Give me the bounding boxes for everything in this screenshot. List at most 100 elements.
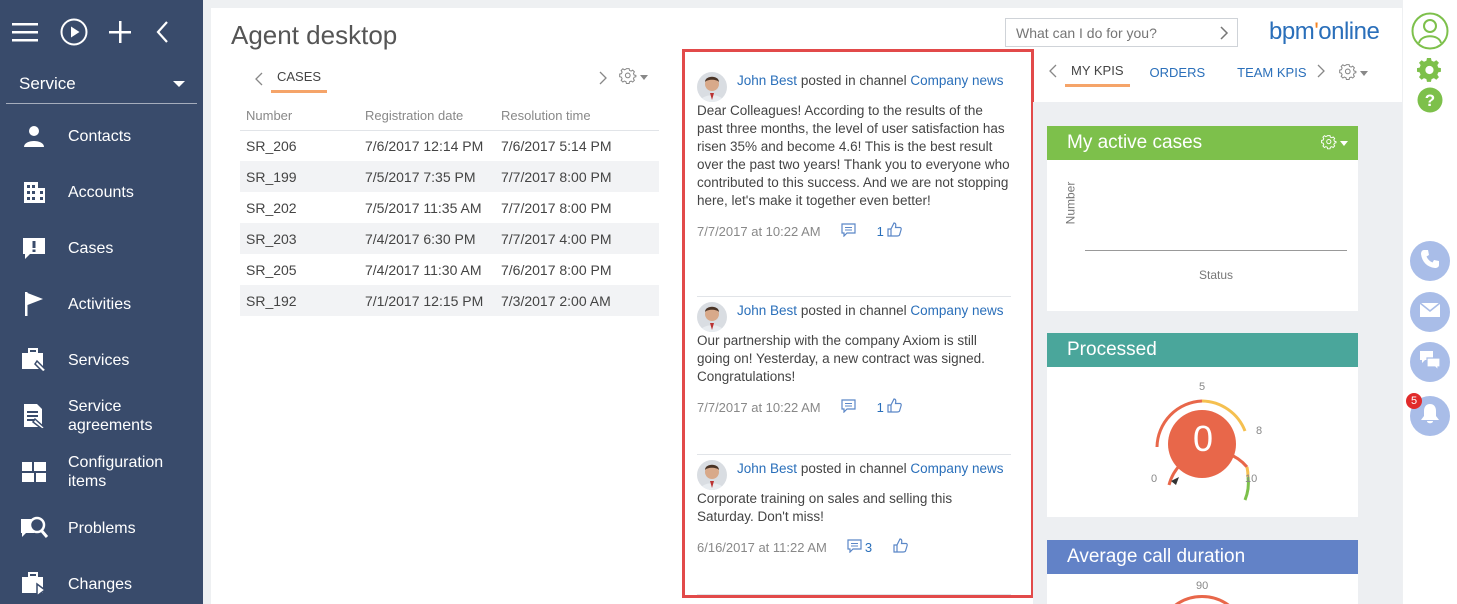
comment-icon[interactable]	[847, 538, 862, 558]
chevron-down-icon	[173, 80, 185, 87]
chevron-right-icon[interactable]	[1219, 25, 1229, 44]
email-button[interactable]	[1410, 292, 1450, 332]
table-row[interactable]: SR_205 7/4/2017 11:30 AM 7/6/2017 8:00 PM	[240, 254, 659, 285]
like-icon[interactable]	[887, 398, 902, 418]
settings-gear-icon[interactable]	[1417, 57, 1443, 88]
briefcase-change-icon	[20, 570, 48, 598]
table-row[interactable]: SR_206 7/6/2017 12:14 PM 7/6/2017 5:14 PM	[240, 130, 659, 161]
avatar[interactable]	[697, 72, 727, 102]
flag-icon	[20, 290, 48, 318]
sidebar-item-changes[interactable]: Changes	[0, 556, 203, 604]
like-icon[interactable]	[887, 222, 902, 242]
widget-header: Average call duration	[1047, 540, 1358, 574]
sidebar-item-contacts[interactable]: Contacts	[0, 108, 203, 164]
collapse-icon[interactable]	[155, 12, 203, 52]
comment-icon[interactable]	[841, 398, 856, 418]
section-select-label: Service	[19, 73, 76, 93]
sidebar-item-label: Services	[68, 351, 130, 369]
registration-date: 7/5/2017 7:35 PM	[359, 161, 495, 192]
sidebar-item-accounts[interactable]: Accounts	[0, 164, 203, 220]
gauge-value: 0	[1192, 418, 1214, 459]
post-author-link[interactable]: John Best	[737, 303, 797, 318]
chevron-left-icon[interactable]	[255, 72, 263, 91]
menu-icon[interactable]	[12, 12, 60, 52]
post-channel-link[interactable]: Company news	[910, 461, 1003, 476]
add-icon[interactable]	[108, 12, 156, 52]
comment-count: 3	[864, 540, 873, 555]
play-icon[interactable]	[60, 12, 108, 52]
avatar[interactable]	[697, 460, 727, 490]
help-icon[interactable]: ?	[1417, 87, 1443, 118]
phone-button[interactable]	[1410, 241, 1450, 281]
command-line[interactable]	[1005, 18, 1238, 47]
profile-icon[interactable]	[1411, 12, 1449, 55]
like-icon[interactable]	[893, 538, 908, 558]
post-action-text: posted in channel	[800, 303, 907, 318]
section-select[interactable]: Service	[6, 64, 197, 104]
chevron-down-icon	[640, 74, 648, 80]
post-body: Our partnership with the company Axiom i…	[697, 333, 985, 384]
widget-title: My active cases	[1067, 132, 1203, 153]
gear-icon[interactable]	[1338, 64, 1368, 82]
search-input[interactable]	[1016, 24, 1206, 41]
column-header[interactable]: Registration date	[359, 102, 495, 131]
divider	[697, 594, 1011, 595]
resolution-time: 7/6/2017 5:14 PM	[501, 137, 612, 154]
divider	[697, 296, 1011, 297]
sidebar-item-service-agreements[interactable]: Service agreements	[0, 388, 203, 444]
tab-team-kpis[interactable]: TEAM KPIS	[1231, 65, 1312, 86]
sidebar-item-problems[interactable]: Problems	[0, 500, 203, 556]
axis-label-y: Number	[1063, 181, 1078, 225]
chevron-down-icon	[1359, 70, 1368, 76]
resolution-time: 7/6/2017 8:00 PM	[501, 261, 612, 278]
table-row[interactable]: SR_199 7/5/2017 7:35 PM 7/7/2017 8:00 PM	[240, 161, 659, 192]
sidebar-item-services[interactable]: Services	[0, 332, 203, 388]
post-author-link[interactable]: John Best	[737, 461, 797, 476]
sidebar-item-cases[interactable]: Cases	[0, 220, 203, 276]
sidebar-item-activities[interactable]: Activities	[0, 276, 203, 332]
table-row[interactable]: SR_192 7/1/2017 12:15 PM 7/3/2017 2:00 AM	[240, 285, 659, 316]
case-number: SR_199	[240, 161, 359, 192]
tab-orders[interactable]: ORDERS	[1144, 65, 1212, 86]
axis-line-x	[1085, 250, 1347, 251]
widget-header: My active cases	[1047, 126, 1358, 160]
sidebar-toolbar	[0, 0, 203, 64]
chevron-right-icon[interactable]	[599, 71, 607, 90]
sidebar-item-configuration-items[interactable]: Configuration items	[0, 444, 203, 500]
table-row[interactable]: SR_203 7/4/2017 6:30 PM 7/7/2017 4:00 PM	[240, 223, 659, 254]
column-header[interactable]: Number	[240, 102, 359, 131]
svg-text:?: ?	[1425, 91, 1435, 110]
feed-post: John Best posted in channel Company news…	[697, 72, 1012, 242]
post-author-link[interactable]: John Best	[737, 73, 797, 88]
sidebar-item-label: Contacts	[68, 127, 132, 145]
chevron-right-icon[interactable]	[1317, 64, 1325, 83]
gauge-tick-label: 5	[1199, 381, 1206, 393]
column-header[interactable]: Resolution time	[495, 102, 659, 131]
post-body: Dear Colleagues! According to the result…	[697, 103, 1010, 208]
tab-cases[interactable]: CASES	[271, 69, 328, 93]
registration-date: 7/5/2017 11:35 AM	[365, 199, 482, 216]
post-channel-link[interactable]: Company news	[910, 73, 1003, 88]
logo: bpm'online	[1269, 18, 1380, 45]
divider	[697, 454, 1011, 455]
gear-icon[interactable]	[1321, 135, 1348, 151]
post-date: 6/16/2017 at 11:22 AM	[697, 540, 827, 555]
case-number: SR_206	[246, 137, 297, 154]
resolution-time: 7/7/2017 8:00 PM	[501, 199, 612, 216]
chevron-left-icon[interactable]	[1049, 64, 1057, 83]
resolution-time: 7/7/2017 8:00 PM	[495, 161, 659, 192]
sidebar-item-label: Service agreements	[68, 398, 153, 434]
avatar[interactable]	[697, 302, 727, 332]
case-number: SR_192	[240, 285, 359, 316]
chat-button[interactable]	[1410, 342, 1450, 382]
table-header-row: Number Registration date Resolution time	[240, 102, 659, 131]
comment-icon[interactable]	[841, 222, 856, 242]
post-date: 7/7/2017 at 10:22 AM	[697, 224, 821, 239]
tab-my-kpis[interactable]: MY KPIS	[1065, 63, 1130, 87]
like-count: 1	[876, 400, 884, 415]
gear-icon[interactable]	[619, 68, 648, 86]
registration-date: 7/4/2017 6:30 PM	[359, 223, 495, 254]
table-row[interactable]: SR_202 7/5/2017 11:35 AM 7/7/2017 8:00 PM	[240, 192, 659, 223]
case-number: SR_202	[246, 199, 297, 216]
post-channel-link[interactable]: Company news	[910, 303, 1003, 318]
